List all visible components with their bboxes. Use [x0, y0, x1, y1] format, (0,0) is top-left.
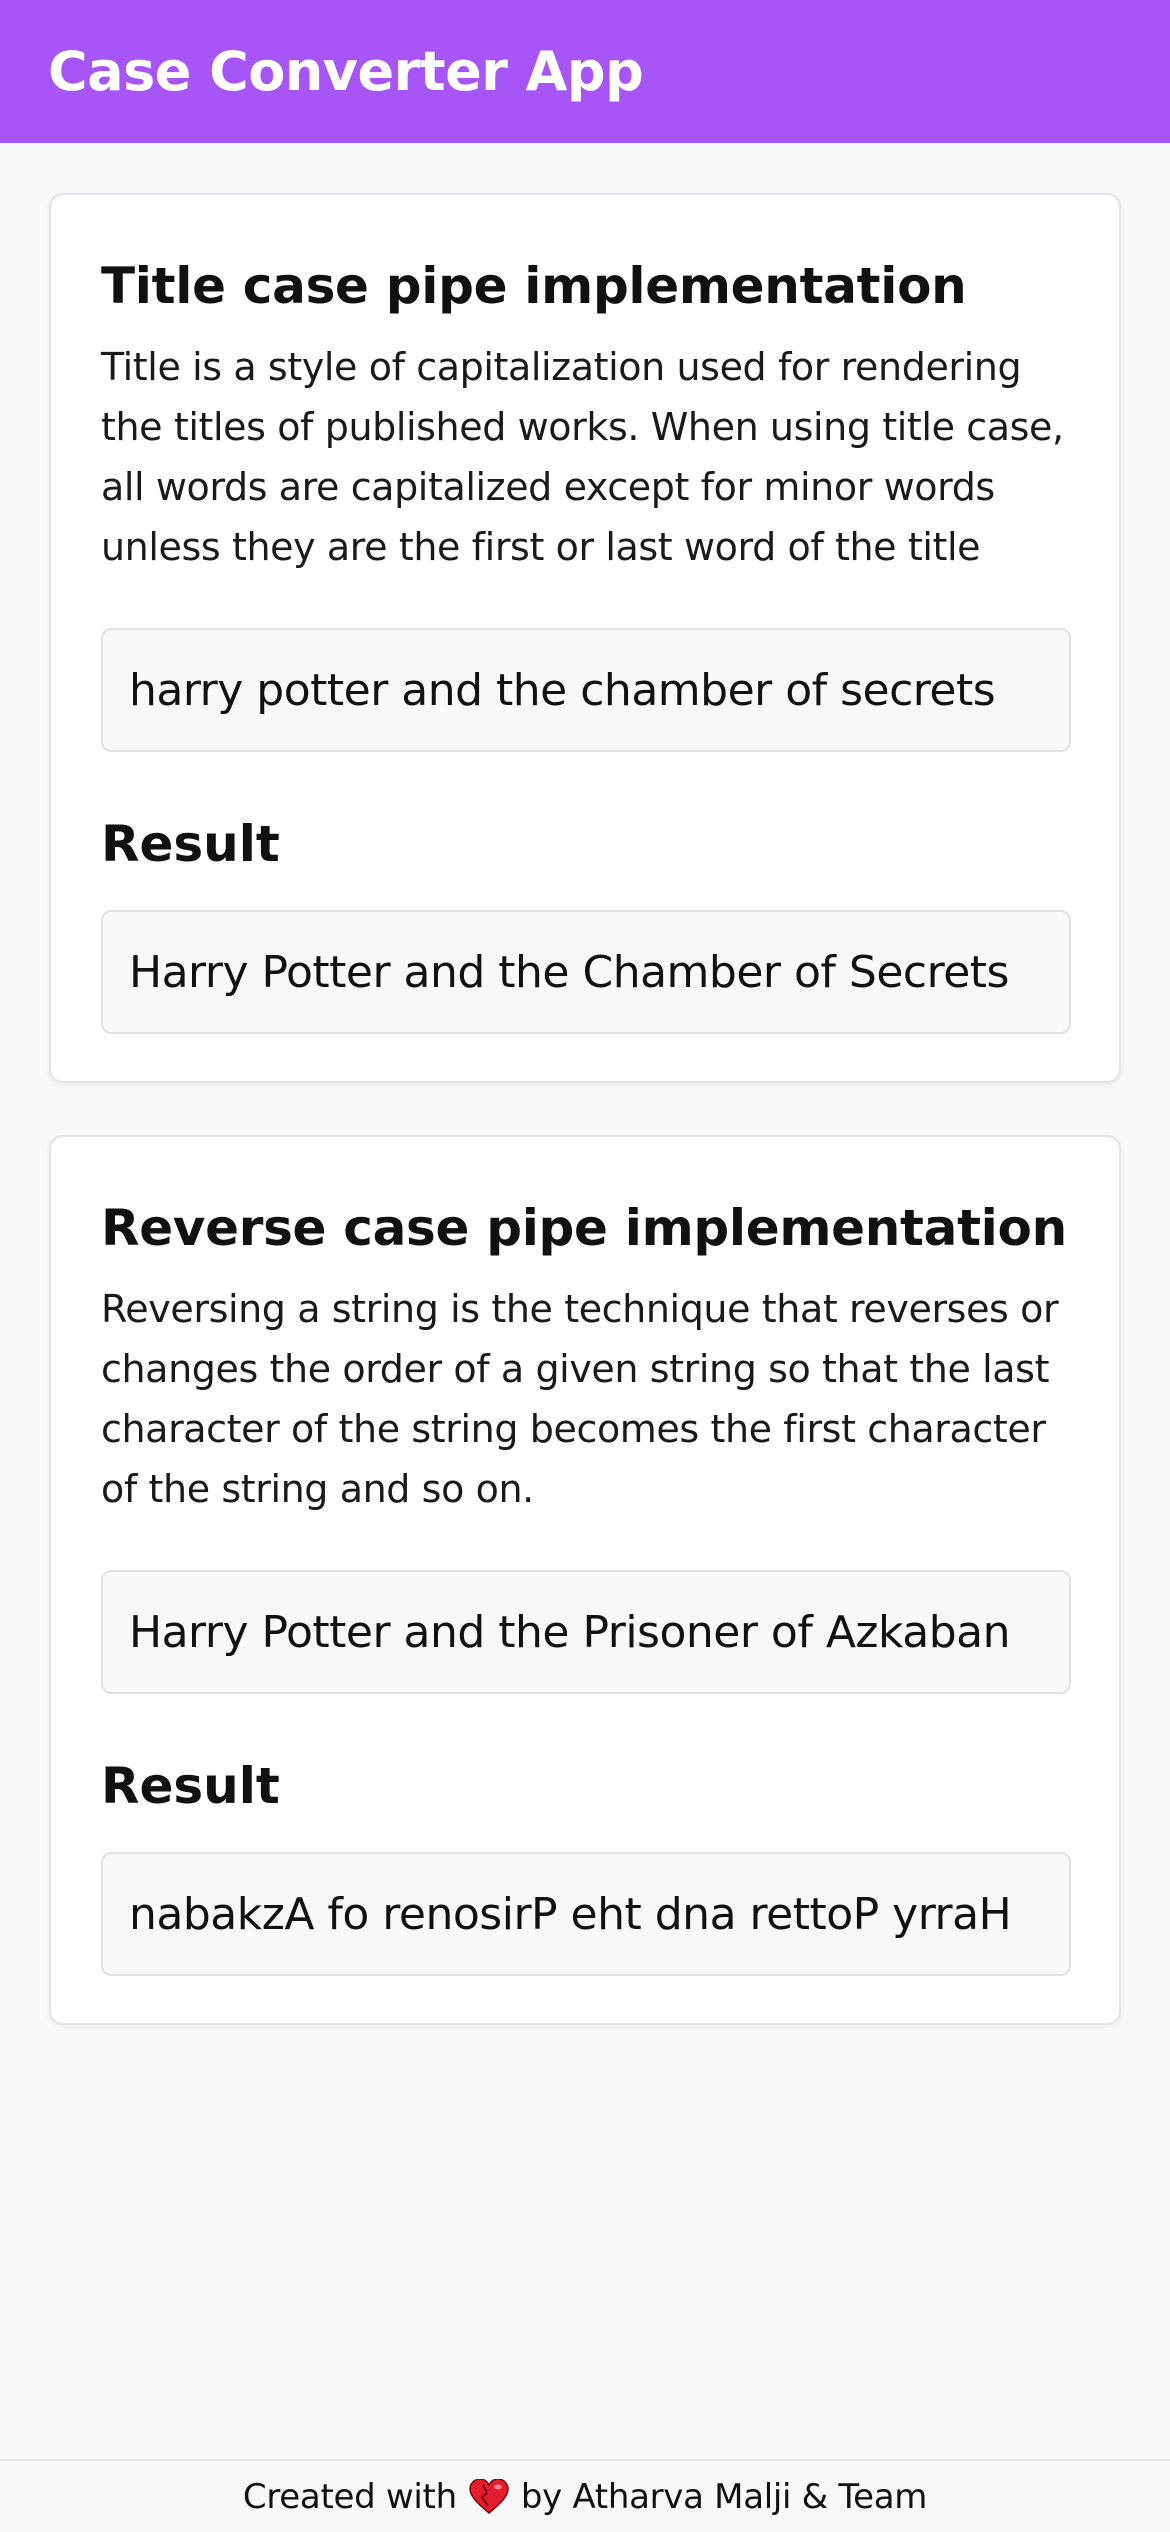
- footer-prefix: Created with: [242, 2476, 457, 2517]
- reverse-case-input[interactable]: Harry Potter and the Prisoner of Azkaban: [101, 1570, 1071, 1694]
- footer-suffix: by Atharva Malji & Team: [520, 2476, 928, 2517]
- title-case-result-field[interactable]: Harry Potter and the Chamber of Secrets: [101, 910, 1071, 1034]
- title-case-input[interactable]: harry potter and the chamber of secrets: [101, 628, 1071, 752]
- result-label: Result: [101, 1757, 280, 1815]
- heart-icon: [469, 2477, 509, 2515]
- app-title: Case Converter App: [48, 40, 644, 103]
- card-description: Title is a style of capitalization used …: [101, 345, 1064, 569]
- card-description: Reversing a string is the technique that…: [101, 1287, 1059, 1511]
- card-title: Title case pipe implementation: [101, 257, 967, 315]
- reverse-case-result-field[interactable]: nabakzA fo renosirP eht dna rettoP yrraH: [101, 1852, 1071, 1976]
- footer: Created with by Atharva Malji & Team: [0, 2459, 1170, 2532]
- title-case-card: Title case pipe implementation Title is …: [49, 193, 1121, 1083]
- card-title: Reverse case pipe implementation: [101, 1199, 1067, 1257]
- result-label: Result: [101, 815, 280, 873]
- app-header: Case Converter App: [0, 0, 1170, 143]
- reverse-case-card: Reverse case pipe implementation Reversi…: [49, 1135, 1121, 2025]
